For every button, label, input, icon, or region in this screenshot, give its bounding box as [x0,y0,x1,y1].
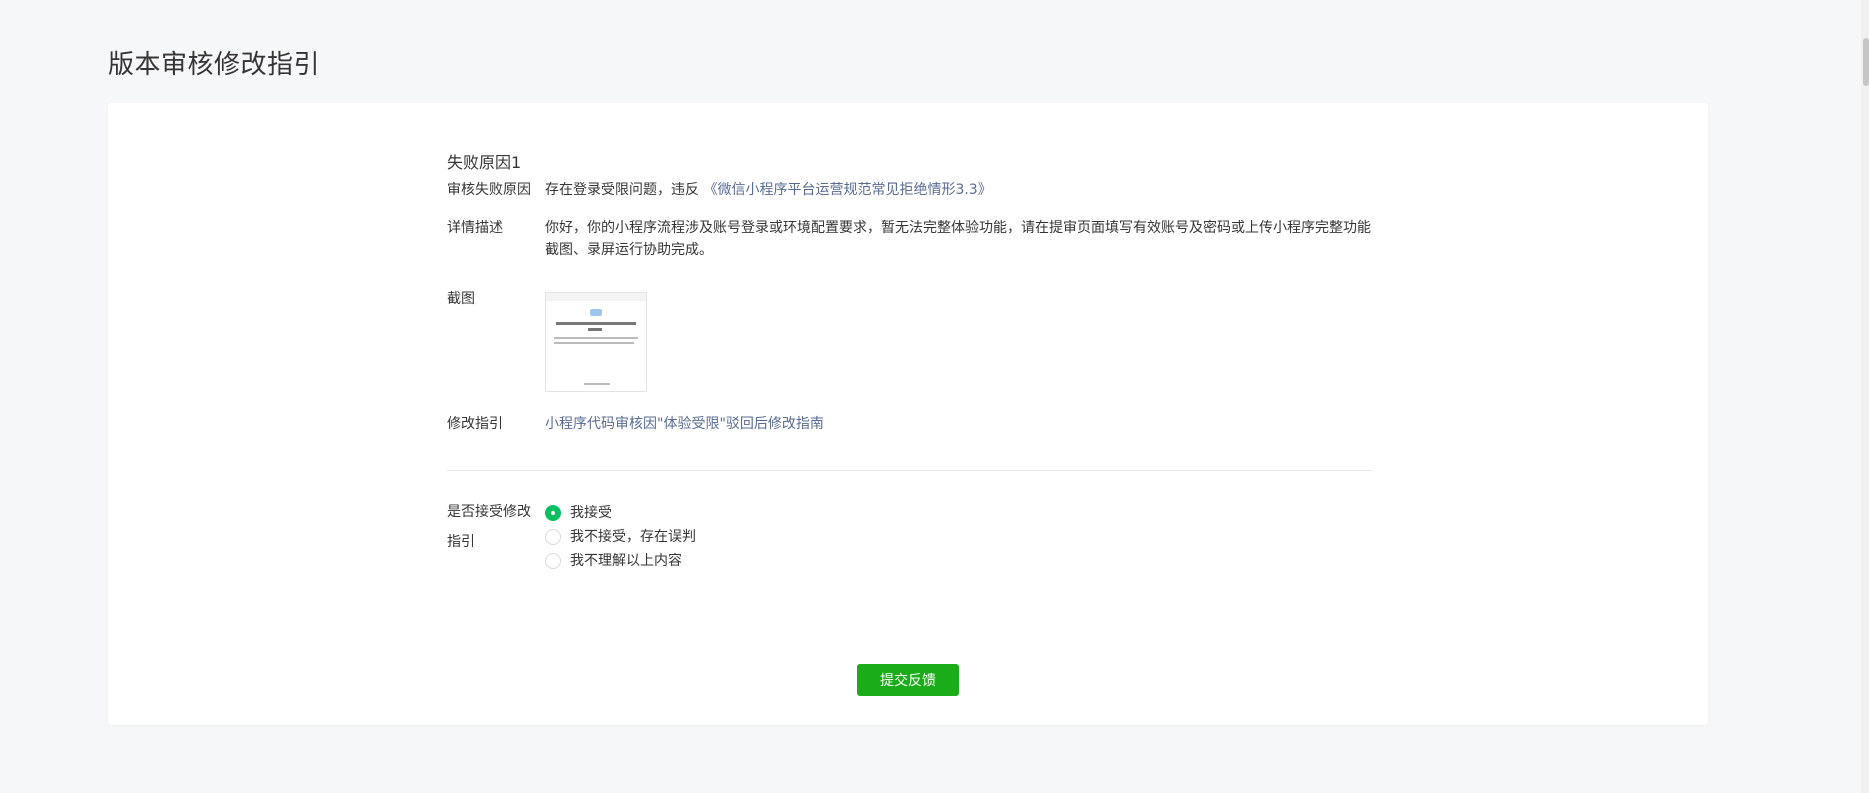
fail-reason-text: 存在登录受限问题，违反 [545,182,699,198]
guide-link[interactable]: 小程序代码审核因"体验受限"驳回后修改指南 [545,416,824,432]
radio-unchecked-icon[interactable] [545,553,561,569]
screenshot-label: 截图 [447,291,475,307]
detail-label: 详情描述 [447,220,503,236]
guide-value: 小程序代码审核因"体验受限"驳回后修改指南 [545,413,1372,435]
guide-label: 修改指引 [447,416,503,432]
radio-option-label: 我不接受，存在误判 [570,529,696,545]
radio-option-not-understand[interactable]: 我不理解以上内容 [545,549,696,573]
fail-reason-rule-link[interactable]: 《微信小程序平台运营规范常见拒绝情形3.3》 [703,182,991,198]
thumbnail-line [584,383,610,385]
review-guide-card: 失败原因1 审核失败原因 存在登录受限问题，违反 《微信小程序平台运营规范常见拒… [108,103,1708,725]
thumbnail-line [588,328,602,331]
section-title: 失败原因1 [447,153,522,172]
thumbnail-logo-icon [590,309,602,316]
thumbnail-line [554,342,634,344]
screenshot-value [545,288,1372,392]
radio-option-label: 我接受 [570,505,612,521]
thumbnail-line [556,322,636,325]
page-scrollbar[interactable] [1861,0,1869,793]
screenshot-thumbnail[interactable] [545,292,647,392]
accept-radio-group: 我接受 我不接受，存在误判 我不理解以上内容 [545,501,696,573]
thumbnail-line [554,337,638,339]
detail-text: 你好，你的小程序流程涉及账号登录或环境配置要求，暂无法完整体验功能，请在提审页面… [545,220,1371,258]
section-divider [447,470,1372,471]
scrollbar-thumb[interactable] [1863,38,1869,86]
radio-option-reject[interactable]: 我不接受，存在误判 [545,525,696,549]
fail-reason-label: 审核失败原因 [447,182,531,198]
submit-feedback-button[interactable]: 提交反馈 [857,664,959,696]
radio-checked-icon[interactable] [545,505,561,521]
radio-option-label: 我不理解以上内容 [570,553,682,569]
fail-reason-value: 存在登录受限问题，违反 《微信小程序平台运营规范常见拒绝情形3.3》 [545,179,1372,201]
radio-option-accept[interactable]: 我接受 [545,501,696,525]
accept-label: 是否接受修改指引 [447,504,531,550]
thumbnail-header [546,293,646,301]
page-title: 版本审核修改指引 [108,50,321,80]
radio-unchecked-icon[interactable] [545,529,561,545]
